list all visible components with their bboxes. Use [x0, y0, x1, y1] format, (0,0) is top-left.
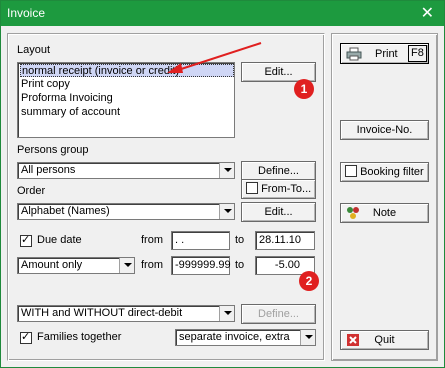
title-bar: Invoice ✕ — [1, 1, 444, 26]
due-date-to-label: to — [235, 234, 245, 246]
annotation-arrow — [167, 42, 262, 73]
persons-define-button[interactable]: Define... — [241, 161, 316, 181]
direct-debit-define-button[interactable]: Define... — [241, 304, 316, 324]
print-shortcut-badge: F8 — [408, 45, 427, 62]
families-together-label: Families together — [37, 331, 122, 343]
note-button[interactable]: Note — [340, 203, 429, 223]
order-select[interactable]: Alphabet (Names) — [17, 203, 235, 220]
chevron-down-icon[interactable] — [219, 306, 234, 321]
due-date-to-input[interactable]: 28.11.10 — [255, 231, 315, 250]
persons-group-value: All persons — [21, 164, 76, 176]
chevron-down-icon[interactable] — [219, 163, 234, 178]
families-together-checkbox[interactable] — [20, 330, 32, 344]
due-date-from-label: from — [141, 234, 163, 246]
invoice-no-button[interactable]: Invoice-No. — [340, 120, 429, 140]
amount-to-label: to — [235, 259, 245, 271]
layout-item-summary[interactable]: summary of account — [20, 106, 120, 119]
from-to-button[interactable]: From-To... — [241, 179, 316, 199]
order-label: Order — [17, 185, 46, 197]
from-to-checkbox[interactable] — [246, 182, 258, 195]
families-mode-select[interactable]: separate invoice, extra — [175, 329, 316, 346]
order-value: Alphabet (Names) — [21, 205, 110, 217]
amount-from-label: from — [141, 259, 163, 271]
print-button[interactable]: Print F8 — [340, 43, 429, 64]
layout-label: Layout — [17, 44, 51, 56]
families-mode-value: separate invoice, extra — [179, 331, 290, 343]
window-title: Invoice — [7, 6, 46, 20]
amount-mode-value: Amount only — [21, 259, 83, 271]
booking-filter-button[interactable]: Booking filter — [340, 162, 429, 182]
persons-group-select[interactable]: All persons — [17, 162, 235, 179]
order-edit-button[interactable]: Edit... — [241, 202, 316, 222]
direct-debit-value: WITH and WITHOUT direct-debit — [21, 307, 183, 319]
note-icon — [347, 207, 359, 219]
layout-item-proforma[interactable]: Proforma Invoicing — [20, 92, 113, 105]
booking-filter-label: Booking filter — [360, 166, 424, 178]
from-to-label: From-To... — [261, 183, 312, 195]
close-icon — [347, 334, 359, 346]
printer-icon — [346, 47, 362, 61]
booking-filter-checkbox[interactable] — [345, 165, 357, 178]
chevron-down-icon[interactable] — [219, 204, 234, 219]
due-date-label: Due date — [37, 234, 82, 246]
note-label: Note — [372, 207, 397, 219]
layout-item-print-copy[interactable]: Print copy — [20, 78, 70, 91]
chevron-down-icon[interactable] — [119, 258, 134, 273]
quit-label: Quit — [374, 334, 395, 346]
persons-group-label: Persons group — [17, 144, 89, 156]
due-date-from-input[interactable]: . . — [171, 231, 230, 250]
actions-panel — [331, 33, 438, 361]
due-date-checkbox[interactable] — [20, 233, 32, 247]
chevron-down-icon[interactable] — [300, 330, 315, 345]
annotation-badge-2: 2 — [299, 271, 319, 291]
amount-mode-select[interactable]: Amount only — [17, 257, 135, 274]
print-label: Print — [375, 48, 398, 60]
direct-debit-select[interactable]: WITH and WITHOUT direct-debit — [17, 305, 235, 322]
quit-button[interactable]: Quit — [340, 330, 429, 350]
annotation-badge-1: 1 — [294, 79, 314, 99]
invoice-dialog: Invoice ✕ Layout normal receipt (invoice… — [0, 0, 445, 368]
amount-from-input[interactable]: -999999.99 — [171, 256, 231, 275]
close-icon[interactable]: ✕ — [421, 3, 434, 22]
